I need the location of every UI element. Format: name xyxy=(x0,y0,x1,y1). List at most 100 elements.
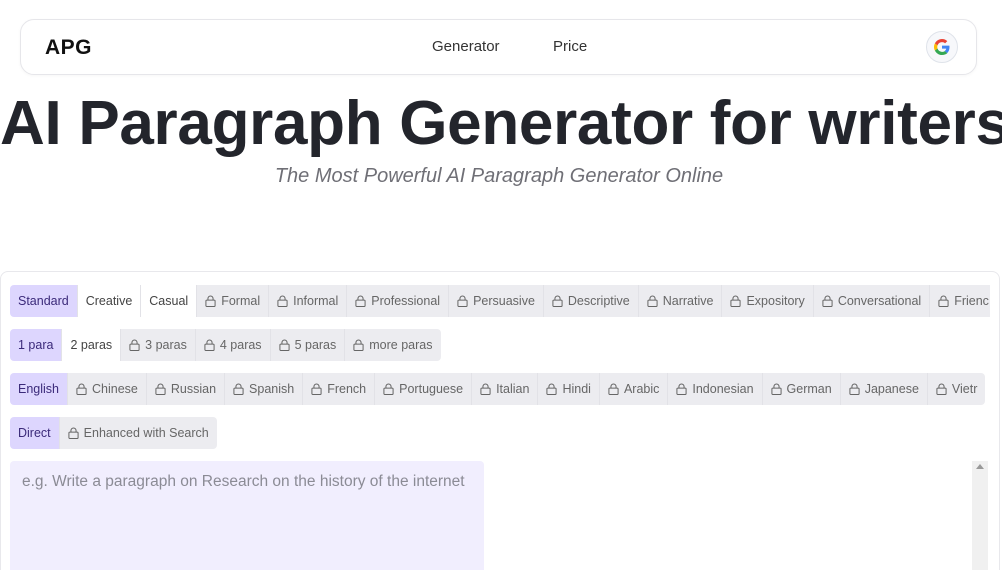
site-logo[interactable]: APG xyxy=(45,36,92,60)
nav-link-price[interactable]: Price xyxy=(553,38,587,55)
option-label: Formal xyxy=(221,294,261,308)
style-selector: Standard Creative Casual Formal Informal Prof… xyxy=(10,285,990,317)
language-option-vietr[interactable]: Vietr xyxy=(927,373,986,405)
option-label: Standard xyxy=(18,294,69,308)
style-option-persuasive[interactable]: Persuasive xyxy=(449,285,544,317)
option-label: Russian xyxy=(170,382,217,396)
scroll-up-arrow-icon[interactable] xyxy=(976,464,984,469)
lock-icon xyxy=(822,295,833,307)
lock-icon xyxy=(849,383,860,395)
lock-icon xyxy=(938,295,949,307)
page-title: AI Paragraph Generator for writers xyxy=(0,89,1002,158)
language-option-portuguese[interactable]: Portuguese xyxy=(375,373,473,405)
option-label: 3 paras xyxy=(145,338,187,352)
length-selector: 1 para 2 paras 3 paras 4 paras 5 paras more p… xyxy=(10,329,441,361)
lock-icon xyxy=(311,383,322,395)
lock-icon xyxy=(353,339,364,351)
style-option-standard[interactable]: Standard xyxy=(10,285,78,317)
lock-icon xyxy=(205,295,216,307)
lock-icon xyxy=(233,383,244,395)
language-option-italian[interactable]: Italian xyxy=(472,373,539,405)
option-label: Spanish xyxy=(249,382,295,396)
lock-icon xyxy=(647,295,658,307)
style-option-professional[interactable]: Professional xyxy=(347,285,450,317)
option-label: 1 para xyxy=(18,338,54,352)
lock-icon xyxy=(204,339,215,351)
style-option-narrative[interactable]: Narrative xyxy=(638,285,723,317)
lock-icon xyxy=(676,383,687,395)
google-signin-button[interactable] xyxy=(926,31,958,63)
language-option-spanish[interactable]: Spanish xyxy=(225,373,304,405)
lock-icon xyxy=(129,339,140,351)
lock-icon xyxy=(76,383,87,395)
language-option-arabic[interactable]: Arabic xyxy=(599,373,669,405)
option-label: Chinese xyxy=(92,382,138,396)
option-label: Conversational xyxy=(837,294,922,308)
language-option-japanese[interactable]: Japanese xyxy=(840,373,928,405)
mode-option-direct[interactable]: Direct xyxy=(10,417,60,449)
option-label: Descriptive xyxy=(567,294,630,308)
lock-icon xyxy=(480,383,491,395)
mode-selector: Direct Enhanced with Search xyxy=(10,417,217,449)
style-option-informal[interactable]: Informal xyxy=(269,285,348,317)
option-label: French xyxy=(327,382,367,396)
option-label: Professional xyxy=(371,294,441,308)
option-label: 2 paras xyxy=(70,338,113,352)
style-option-casual[interactable]: Casual xyxy=(141,285,198,317)
nav-link-generator[interactable]: Generator xyxy=(432,38,500,55)
lock-icon xyxy=(278,339,290,351)
style-option-expository[interactable]: Expository xyxy=(722,285,814,317)
scrollbar[interactable] xyxy=(972,461,988,570)
google-g-icon xyxy=(934,39,950,55)
language-selector: English Chinese Russian Spanish French Portug… xyxy=(10,373,990,405)
option-label: German xyxy=(786,382,832,396)
prompt-input[interactable]: e.g. Write a paragraph on Research on th… xyxy=(10,461,484,570)
style-option-frienc[interactable]: Frienc xyxy=(930,285,990,317)
language-option-indonesian[interactable]: Indonesian xyxy=(668,373,763,405)
option-label: 5 paras xyxy=(294,338,337,352)
lock-icon xyxy=(155,383,166,395)
length-option-5-paras[interactable]: 5 paras xyxy=(270,329,346,361)
option-label: English xyxy=(18,382,59,396)
option-label: Expository xyxy=(746,294,805,308)
length-option-3-paras[interactable]: 3 paras xyxy=(121,329,196,361)
lock-icon xyxy=(608,383,619,395)
style-option-descriptive[interactable]: Descriptive xyxy=(543,285,639,317)
generator-panel: Standard Creative Casual Formal Informal Prof… xyxy=(0,271,1000,570)
language-option-german[interactable]: German xyxy=(762,373,841,405)
option-label: Enhanced with Search xyxy=(83,426,209,440)
language-option-english[interactable]: English xyxy=(10,373,68,405)
option-label: Direct xyxy=(18,426,51,440)
option-label: Japanese xyxy=(864,382,919,396)
option-label: more paras xyxy=(369,338,433,352)
option-label: Italian xyxy=(496,382,530,396)
language-option-hindi[interactable]: Hindi xyxy=(538,373,600,405)
lock-icon xyxy=(936,383,947,395)
length-option-more-paras[interactable]: more paras xyxy=(345,329,441,361)
length-option-2-paras[interactable]: 2 paras xyxy=(62,329,122,361)
lock-icon xyxy=(383,383,394,395)
mode-option-enhanced-with-search[interactable]: Enhanced with Search xyxy=(59,417,217,449)
length-option-4-paras[interactable]: 4 paras xyxy=(195,329,271,361)
lock-icon xyxy=(277,295,288,307)
option-label: Creative xyxy=(85,294,133,308)
lock-icon xyxy=(68,427,79,439)
lock-icon xyxy=(546,383,558,395)
language-option-russian[interactable]: Russian xyxy=(146,373,226,405)
lock-icon xyxy=(552,295,563,307)
lock-icon xyxy=(457,295,468,307)
style-option-conversational[interactable]: Conversational xyxy=(813,285,931,317)
style-option-formal[interactable]: Formal xyxy=(197,285,270,317)
lock-icon xyxy=(770,383,782,395)
lock-icon xyxy=(355,295,366,307)
style-option-creative[interactable]: Creative xyxy=(77,285,142,317)
language-option-french[interactable]: French xyxy=(303,373,376,405)
language-option-chinese[interactable]: Chinese xyxy=(68,373,147,405)
option-label: Persuasive xyxy=(473,294,535,308)
option-label: Frienc xyxy=(954,294,989,308)
option-label: Informal xyxy=(293,294,339,308)
option-label: Vietr xyxy=(951,382,978,396)
length-option-1-para[interactable]: 1 para xyxy=(10,329,63,361)
option-label: Portuguese xyxy=(399,382,464,396)
option-label: Arabic xyxy=(623,382,660,396)
